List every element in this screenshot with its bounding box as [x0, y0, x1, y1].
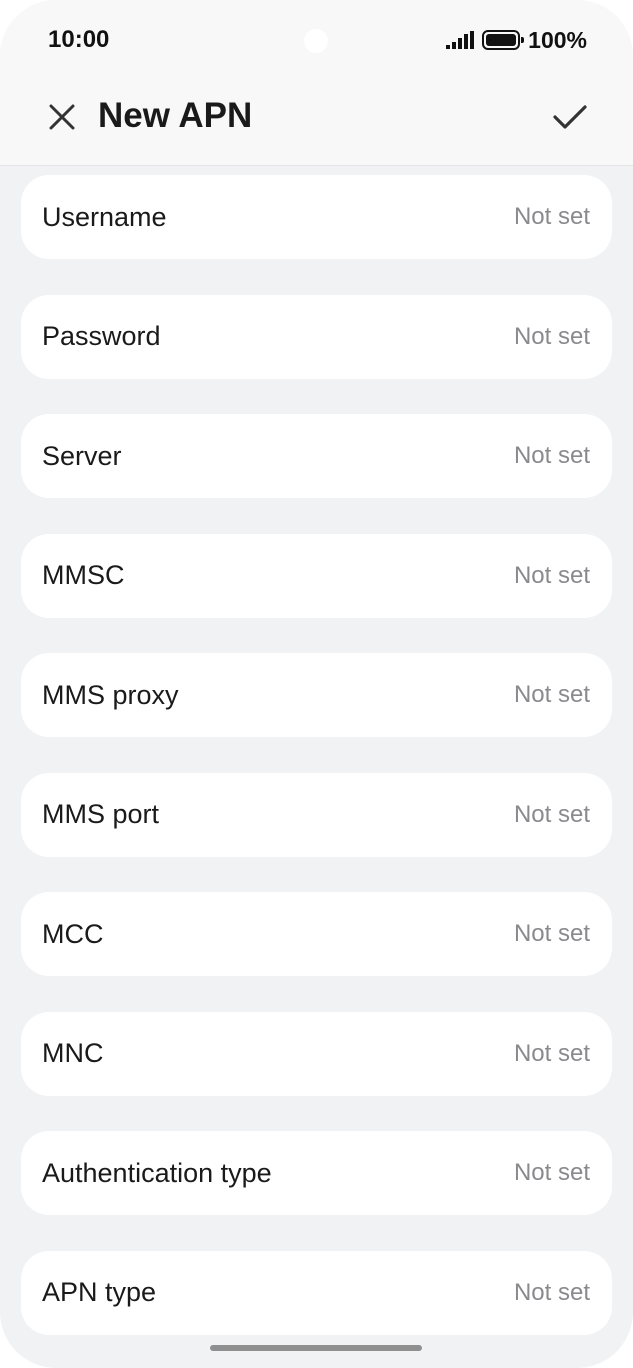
field-value: Not set — [513, 442, 590, 469]
home-indicator[interactable] — [210, 1345, 422, 1351]
page-title: New APN — [98, 96, 253, 135]
apn-field-list: Username Not set Password Not set Server… — [21, 175, 612, 1368]
field-value: Not set — [513, 1039, 590, 1067]
field-label: MNC — [42, 1038, 104, 1068]
field-mnc[interactable]: MNC Not set — [21, 1011, 612, 1096]
checkmark-icon — [553, 105, 587, 129]
field-label: Username — [42, 201, 167, 232]
field-mcc[interactable]: MCC Not set — [21, 892, 612, 976]
field-apn-type[interactable]: APN type Not set — [21, 1250, 612, 1335]
field-label: MMS proxy — [42, 679, 179, 710]
field-label: Password — [42, 321, 161, 351]
front-camera — [304, 29, 328, 53]
field-label: APN type — [42, 1277, 157, 1307]
status-time: 10:00 — [48, 26, 110, 53]
field-value: Not set — [513, 1159, 590, 1186]
field-label: Authentication type — [42, 1157, 272, 1188]
signal-bars-icon — [446, 31, 475, 49]
field-label: MCC — [42, 918, 104, 949]
field-mmsc[interactable]: MMSC Not set — [21, 533, 612, 618]
phone-screen: 10:00 100% New APN Username Not set Pass… — [0, 0, 633, 1368]
confirm-button[interactable] — [548, 97, 592, 137]
field-value: Not set — [513, 681, 590, 708]
battery-percent: 100% — [528, 26, 587, 53]
close-icon — [49, 104, 75, 130]
field-authentication-type[interactable]: Authentication type Not set — [21, 1131, 612, 1215]
field-label: MMS port — [42, 799, 160, 829]
status-indicators: 100% — [446, 26, 587, 54]
battery-icon — [482, 30, 525, 50]
field-value: Not set — [513, 800, 590, 828]
field-username[interactable]: Username Not set — [21, 175, 612, 259]
top-bar: 10:00 100% New APN — [0, 0, 633, 166]
field-mms-proxy[interactable]: MMS proxy Not set — [21, 653, 612, 737]
field-value: Not set — [513, 920, 590, 947]
close-button[interactable] — [42, 97, 82, 137]
field-label: Server — [42, 440, 122, 471]
field-password[interactable]: Password Not set — [21, 294, 612, 379]
field-label: MMSC — [42, 560, 125, 590]
field-mms-port[interactable]: MMS port Not set — [21, 772, 612, 857]
field-server[interactable]: Server Not set — [21, 414, 612, 498]
field-value: Not set — [513, 322, 590, 350]
field-value: Not set — [513, 1278, 590, 1306]
field-value: Not set — [513, 561, 590, 589]
field-value: Not set — [513, 203, 590, 230]
